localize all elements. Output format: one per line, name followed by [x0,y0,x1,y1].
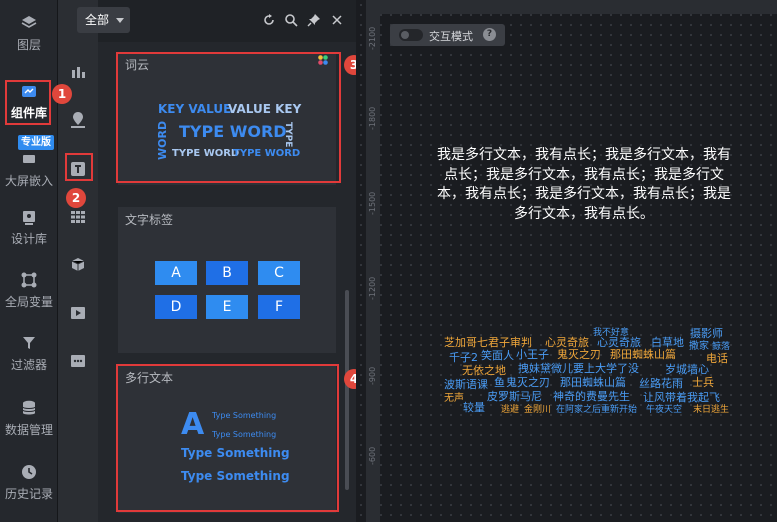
interactive-mode-toggle[interactable]: 交互模式 ? [390,24,505,46]
ruler-label: -1800 [368,106,377,130]
nav-label: 设计库 [10,232,47,246]
cloud-word: 在阿家之后重新开始 [556,405,638,415]
chevron-down-icon [116,18,124,23]
annotation-number: 2 [66,188,86,208]
vertical-ruler: -2100 -1800 -1500 -1200 -900 -600 [366,0,380,522]
nav-label: 过滤器 [10,358,47,372]
ruler-label: -600 [368,446,377,465]
table-icon[interactable] [66,205,90,229]
tag-e: E [206,295,248,319]
nav-item-design-library[interactable]: 设计库 [0,196,58,252]
cloud-word: 较量 [463,401,485,414]
more-icon[interactable] [66,349,90,373]
cloud-word: 鬼灭之刃 [506,376,550,389]
cloud-word: 小王子 [516,348,549,361]
nav-item-layers[interactable]: 图层 [0,2,58,58]
cloud-word: 逃避 [501,405,520,415]
cloud-word: 千子2 [449,351,478,364]
panel-scrollbar[interactable] [345,290,349,490]
nav-item-history[interactable]: 历史记录 [0,451,58,507]
nav-item-screen-embed[interactable]: 大屏嵌入 [0,138,58,194]
cloud-word: 那田蜘蛛山篇 [560,376,626,389]
search-icon[interactable] [284,13,298,27]
tag-c: C [258,261,300,285]
ruler-label: -1200 [368,276,377,300]
category-dropdown[interactable]: 全部 [77,7,130,33]
history-icon [22,465,36,479]
cloud-word: 丝路花雨 [639,377,683,390]
cloud-word: 那田蜘蛛山篇 [610,348,676,361]
annotation-number: 1 [52,84,72,104]
toggle-switch[interactable] [399,29,423,41]
cloud-word: 笑面人 [481,349,514,362]
highlight-box-component-library [5,80,51,125]
canvas-multiline-text[interactable]: 我是多行文本，我有点长；我是多行文本，我有点长；我是多行文本，我有点长；我是多行… [434,146,734,224]
nav-label: 图层 [16,38,41,52]
tag-f: F [258,295,300,319]
dropdown-value: 全部 [85,13,110,27]
cloud-word: 神奇的费曼先生 [553,390,630,403]
chart-icon[interactable] [66,60,90,84]
refresh-icon[interactable] [262,13,276,27]
highlight-box-wordcloud [116,52,341,183]
filter-icon [23,337,35,349]
cloud-word: 鱼 [494,376,505,389]
texttag-card[interactable]: 文字标签 A B C D E F [118,207,336,353]
nav-label: 大屏嵌入 [4,174,53,188]
nav-item-filter[interactable]: 过滤器 [0,322,58,378]
ruler-label: -1500 [368,191,377,215]
help-icon[interactable]: ? [483,28,496,41]
panel-header: 全部 [77,0,356,42]
cloud-word: 让风带着我起飞 [643,391,720,404]
cloud-word: 拽妹黛微儿要上大学了没 [518,362,639,375]
cloud-word: 午夜天空 [646,405,683,415]
cloud-word: 皮罗斯马尼 [487,390,542,403]
cloud-word: 无声 [444,393,464,404]
nav-label: 数据管理 [4,423,53,437]
nav-item-global-variable[interactable]: 全局变量 [0,259,58,315]
cube-icon[interactable] [66,253,90,277]
highlight-box-multiline [116,364,339,512]
tag-d: D [155,295,197,319]
design-library-icon [23,211,35,225]
nav-item-data-management[interactable]: 数据管理 [0,387,58,443]
highlight-box-text-category [65,153,93,181]
pin-icon[interactable] [307,13,321,27]
layers-icon [21,16,37,28]
tag-a: A [155,261,197,285]
nav-label: 全局变量 [4,295,53,309]
nav-label: 历史记录 [4,487,53,501]
close-icon[interactable] [330,13,344,27]
category-column [58,0,98,522]
cloud-word: 岁城墙心 [665,363,709,376]
map-pin-icon[interactable] [66,108,90,132]
card-title: 文字标签 [125,213,174,227]
interactive-mode-label: 交互模式 [429,30,473,43]
cloud-word: 末日逃生 [693,405,730,415]
cloud-word: 士兵 [692,376,714,389]
cloud-word: 金刚川 [524,405,552,415]
global-variable-icon [21,272,37,288]
cloud-word: 电话 [706,352,728,365]
database-icon [22,400,36,415]
ruler-label: -900 [368,366,377,385]
media-play-icon[interactable] [66,301,90,325]
screen-embed-icon [23,155,35,163]
cloud-word: 摄影师 [690,327,723,340]
horizontal-ruler [366,0,777,14]
ruler-label: -2100 [368,26,377,50]
cloud-word: 波斯语课 [444,378,488,391]
left-nav: 图层 组件库 专业版 大屏嵌入 设计库 全局变量 过滤器 数据管理 历史记录 [0,0,58,522]
design-canvas[interactable] [356,0,777,522]
tag-b: B [206,261,248,285]
cloud-word: 鬼灭之刃 [557,348,601,361]
